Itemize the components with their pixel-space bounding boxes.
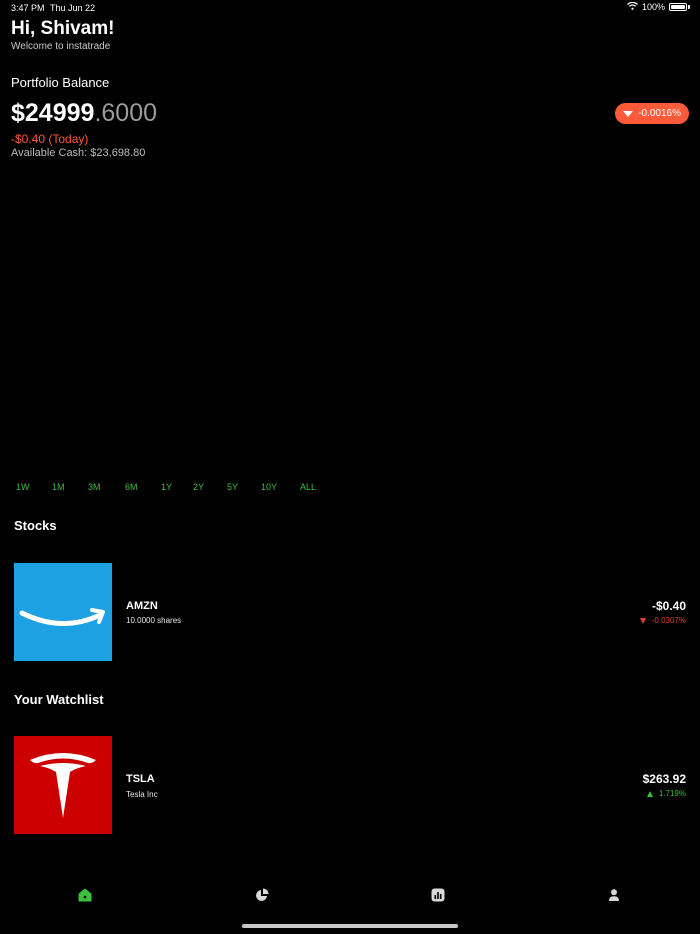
balance-decimal: .6000 bbox=[94, 99, 157, 127]
chart-icon[interactable] bbox=[431, 888, 445, 902]
watchlist-change: 1.719% bbox=[646, 789, 686, 798]
range-tab-1w[interactable]: 1W bbox=[16, 482, 52, 492]
watchlist-ticker[interactable]: TSLA bbox=[126, 773, 155, 785]
stock-value: -$0.40 bbox=[651, 599, 686, 613]
greeting: Hi, Shivam! bbox=[11, 18, 115, 39]
stock-change-percent: -0.0307% bbox=[651, 616, 686, 625]
watchlist-company: Tesla Inc bbox=[126, 790, 158, 799]
percent-change-value: -0.0016% bbox=[638, 108, 681, 119]
down-triangle-icon bbox=[639, 617, 646, 624]
portfolio-balance: $24999.6000 bbox=[11, 99, 157, 128]
range-tab-2y[interactable]: 2Y bbox=[193, 482, 227, 492]
amazon-logo[interactable] bbox=[14, 563, 112, 661]
tesla-logo[interactable] bbox=[14, 736, 112, 834]
range-tab-3m[interactable]: 3M bbox=[88, 482, 125, 492]
portfolio-balance-label: Portfolio Balance bbox=[11, 75, 110, 90]
portfolio-chart[interactable] bbox=[0, 168, 700, 468]
profile-icon[interactable] bbox=[607, 888, 621, 902]
wifi-icon bbox=[627, 1, 638, 12]
battery-tip bbox=[688, 5, 690, 9]
percent-change-badge: -0.0016% bbox=[615, 103, 689, 124]
range-tab-10y[interactable]: 10Y bbox=[261, 482, 300, 492]
range-tab-5y[interactable]: 5Y bbox=[227, 482, 261, 492]
range-tabs: 1W 1M 3M 6M 1Y 2Y 5Y 10Y ALL bbox=[16, 482, 316, 492]
battery-percent: 100% bbox=[641, 2, 665, 12]
watchlist-section-title: Your Watchlist bbox=[14, 692, 104, 707]
range-tab-6m[interactable]: 6M bbox=[125, 482, 161, 492]
home-indicator[interactable] bbox=[242, 924, 458, 928]
status-date: Thu Jun 22 bbox=[50, 3, 96, 13]
portfolio-pie-icon[interactable] bbox=[255, 888, 269, 902]
home-icon[interactable] bbox=[78, 888, 92, 902]
daily-change-value: -$0.40 bbox=[11, 132, 46, 146]
status-right: 100% bbox=[627, 1, 690, 12]
daily-change-period: (Today) bbox=[48, 132, 89, 146]
stocks-section-title: Stocks bbox=[14, 518, 57, 533]
tab-bar bbox=[0, 888, 700, 912]
watchlist-change-percent: 1.719% bbox=[658, 789, 686, 798]
daily-change: -$0.40 (Today) bbox=[11, 132, 88, 146]
up-triangle-icon bbox=[646, 790, 653, 797]
range-tab-1y[interactable]: 1Y bbox=[161, 482, 193, 492]
stock-change: -0.0307% bbox=[639, 616, 686, 625]
welcome-subtitle: Welcome to instatrade bbox=[11, 41, 111, 52]
stock-shares: 10.0000 shares bbox=[126, 616, 182, 625]
down-triangle-icon bbox=[623, 110, 634, 117]
range-tab-all[interactable]: ALL bbox=[300, 482, 316, 492]
available-cash: Available Cash: $23,698.80 bbox=[11, 147, 146, 159]
range-tab-1m[interactable]: 1M bbox=[52, 482, 88, 492]
watchlist-price: $263.92 bbox=[642, 772, 686, 786]
stock-ticker[interactable]: AMZN bbox=[126, 600, 158, 612]
status-time: 3:47 PM bbox=[11, 3, 45, 13]
balance-integer: $24999 bbox=[11, 99, 95, 127]
battery-icon bbox=[669, 3, 687, 11]
